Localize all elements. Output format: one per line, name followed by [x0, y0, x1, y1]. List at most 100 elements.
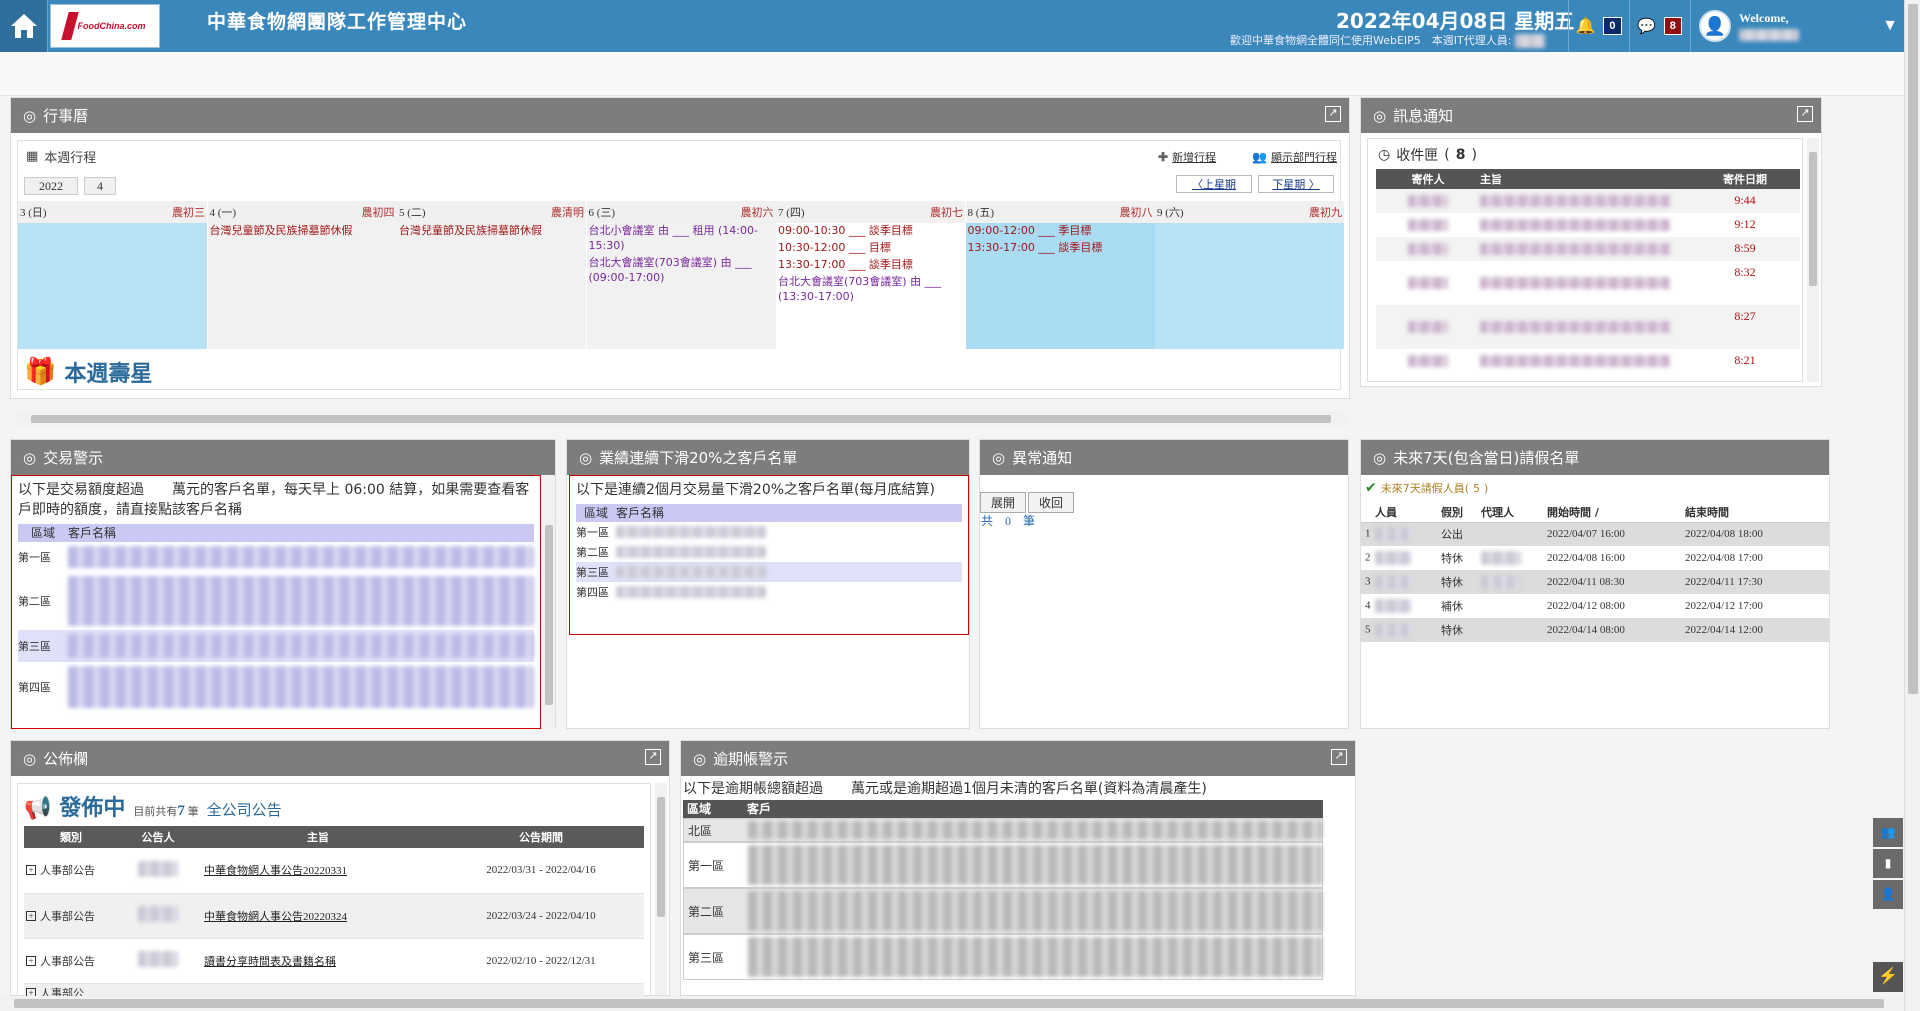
inbox-row[interactable]: 8:21 — [1376, 349, 1800, 373]
expand-icon[interactable]: ↗ — [1331, 749, 1347, 765]
notification-button[interactable]: 🔔 0 — [1568, 0, 1628, 52]
expand-row-icon[interactable]: + — [26, 910, 36, 921]
trade-row[interactable]: 第三區 — [18, 630, 534, 662]
trade-scrollbar[interactable] — [543, 475, 555, 729]
all-company-link[interactable]: 全公司公告 — [207, 799, 282, 820]
expand-button[interactable]: 展開 — [980, 492, 1027, 513]
page-scrollbar[interactable] — [1904, 0, 1920, 1011]
leave-row[interactable]: 4 補休 2022/04/12 08:00 2022/04/12 17:00 — [1361, 594, 1829, 618]
decline-row[interactable]: 第二區 — [576, 542, 962, 562]
bulletin-row[interactable]: + 人事部公告 中華食物網人事公告20220331 2022/03/31 - 2022… — [24, 848, 644, 893]
trade-scroll-thumb[interactable] — [545, 525, 553, 705]
prev-week-button[interactable]: 〈上星期 — [1176, 175, 1252, 193]
message-button[interactable]: 💬 8 — [1629, 0, 1689, 52]
decline-row[interactable]: 第三區 — [576, 562, 962, 582]
calendar-event[interactable]: 台北大會議室(703會議室) 由 ___ (09:00-17:00) — [587, 255, 776, 285]
inbox-row[interactable]: 9:12 — [1376, 213, 1800, 237]
leave-type: 補休 — [1441, 601, 1463, 613]
page-scroll-thumb[interactable] — [1908, 4, 1918, 694]
message-count: 8 — [1663, 17, 1682, 35]
decline-row[interactable]: 第四區 — [576, 582, 962, 602]
flash-icon[interactable]: ⚡ — [1873, 962, 1903, 992]
calendar-hscrollbar[interactable] — [17, 412, 1347, 426]
group-icon[interactable]: 👥 — [1873, 818, 1903, 847]
calendar-event[interactable]: 13:30-17:00 ___ 談季目標 — [966, 240, 1155, 255]
inbox-scrollbar[interactable] — [1807, 138, 1819, 382]
subject — [1480, 321, 1670, 333]
month-field[interactable]: 4 — [84, 177, 116, 195]
calendar-event[interactable]: 13:30-17:00 ___ 談季目標 — [776, 257, 965, 272]
expand-row-icon[interactable]: + — [26, 865, 36, 876]
leave-row[interactable]: 3 特休 2022/04/11 08:30 2022/04/11 17:30 — [1361, 570, 1829, 594]
trade-row[interactable]: 第一區 — [18, 542, 534, 572]
collapse-button[interactable]: 收回 — [1028, 492, 1075, 513]
add-schedule-link[interactable]: ✚ 新增行程 — [1158, 149, 1216, 165]
overdue-row[interactable]: 北區 — [683, 818, 1323, 842]
inbox-row[interactable]: 8:27 — [1376, 305, 1800, 349]
bookmark-icon[interactable]: ▮ — [1873, 849, 1903, 878]
calendar-week-grid: 3 (日) 農初三 4 (一) 農初四 台灣兒童節及民族掃墓節休假 5 (二) 農清明 台灣兒… — [18, 201, 1344, 349]
next-week-button[interactable]: 下星期 〉 — [1258, 175, 1334, 193]
calendar-day[interactable]: 7 (四) 農初七 09:00-10:30 ___ 談季目標 10:30-12:00 … — [776, 201, 965, 349]
leave-row[interactable]: 1 公出 2022/04/07 16:00 2022/04/08 18:00 — [1361, 522, 1829, 546]
calendar-hscroll-thumb[interactable] — [31, 415, 1331, 423]
bulletin-row[interactable]: + 人事部公 — [24, 983, 644, 996]
inbox-row[interactable]: 9:44 — [1376, 189, 1800, 213]
bulletin-row[interactable]: + 人事部公告 中華食物網人事公告20220324 2022/03/24 - 2022… — [24, 893, 644, 938]
expand-icon[interactable]: ↗ — [645, 749, 661, 765]
overdue-panel: ◎ 逾期帳警示 ↗ 以下是逾期帳總額超過 萬元或是逾期超過1個月未清的客戶名單(資料… — [680, 740, 1356, 996]
subject-link[interactable]: 讀書分享時間表及書籍名稱 — [204, 956, 336, 968]
person-name — [1374, 623, 1411, 637]
overdue-row[interactable]: 第一區 — [683, 842, 1323, 888]
calendar-event[interactable]: 09:00-10:30 ___ 談季目標 — [776, 223, 965, 238]
home-button[interactable] — [0, 0, 48, 52]
expand-icon[interactable]: ↗ — [1797, 106, 1813, 122]
trade-row[interactable]: 第二區 — [18, 572, 534, 630]
calendar-day[interactable]: 3 (日) 農初三 — [18, 201, 207, 349]
calendar-event[interactable]: 10:30-12:00 ___ 目標 — [776, 240, 965, 255]
subject-link[interactable]: 中華食物網人事公告20220324 — [204, 911, 347, 923]
bulletin-scroll-thumb[interactable] — [657, 797, 665, 917]
leave-row[interactable]: 2 特休 2022/04/08 16:00 2022/04/08 17:00 — [1361, 546, 1829, 570]
overdue-row[interactable]: 第二區 — [683, 888, 1323, 934]
customer-names — [68, 634, 534, 658]
subject — [1480, 243, 1670, 255]
calendar-day[interactable]: 9 (六) 農初九 — [1155, 201, 1344, 349]
bulletin-row[interactable]: + 人事部公告 讀書分享時間表及書籍名稱 2022/02/10 - 2022/12/3… — [24, 938, 644, 983]
page-hscroll-thumb[interactable] — [14, 999, 1884, 1008]
calendar-event[interactable]: 台北大會議室(703會議室) 由 ___ (13:30-17:00) — [776, 274, 965, 304]
trade-warning-panel: ◎ 交易警示 以下是交易額度超過 萬元的客戶名單，每天早上 06:00 結算，如果… — [10, 439, 556, 729]
calendar-day[interactable]: 4 (一) 農初四 台灣兒童節及民族掃墓節休假 — [207, 201, 397, 349]
calendar-event[interactable]: 09:00-12:00 ___ 季目標 — [966, 223, 1155, 238]
calendar-event[interactable]: 台北小會議室 由 ___ 租用 (14:00-15:30) — [587, 223, 776, 253]
expand-icon[interactable]: ↗ — [1325, 106, 1341, 122]
day-label: 6 (三) — [588, 207, 616, 219]
leave-row[interactable]: 5 特休 2022/04/14 08:00 2022/04/14 12:00 — [1361, 618, 1829, 642]
overdue-row[interactable]: 第三區 — [683, 934, 1323, 980]
calendar-day[interactable]: 8 (五) 農初八 09:00-12:00 ___ 季目標 13:30-17:00 _… — [965, 201, 1155, 349]
calendar-day[interactable]: 6 (三) 農初六 台北小會議室 由 ___ 租用 (14:00-15:30) 台北大… — [586, 201, 776, 349]
user-name — [1739, 29, 1799, 41]
page-hscrollbar[interactable] — [0, 996, 1904, 1011]
trade-row[interactable]: 第四區 — [18, 662, 534, 712]
expand-row-icon[interactable]: + — [26, 955, 36, 966]
person-name — [1374, 575, 1411, 589]
calendar-event[interactable]: 台灣兒童節及民族掃墓節休假 — [397, 223, 586, 238]
calendar-day[interactable]: 5 (二) 農清明 台灣兒童節及民族掃墓節休假 — [397, 201, 586, 349]
calendar-event[interactable]: 台灣兒童節及民族掃墓節休假 — [208, 223, 397, 238]
dept-schedule-link[interactable]: 👥 顯示部門行程 — [1252, 149, 1337, 165]
birthday-section: 🎁 本週壽星 — [24, 357, 153, 387]
dashboard-icon: ◎ — [992, 448, 1006, 467]
logo[interactable]: FoodChina.com — [50, 4, 160, 48]
subject-link[interactable]: 中華食物網人事公告20220331 — [204, 865, 347, 877]
user-icon[interactable]: 👤 — [1873, 880, 1903, 909]
user-menu[interactable]: 👤 Welcome, ▼ — [1690, 0, 1904, 52]
inbox-row[interactable]: 8:32 — [1376, 261, 1800, 305]
inbox-row[interactable]: 8:59 — [1376, 237, 1800, 261]
inbox-scroll-thumb[interactable] — [1809, 152, 1817, 286]
leave-table: 人員 假別 代理人 開始時間 / 結束時間 1 公出 2022/04/07 16:0… — [1361, 502, 1829, 642]
decline-row[interactable]: 第一區 — [576, 522, 962, 542]
year-field[interactable]: 2022 — [24, 177, 78, 195]
calendar-day-header: 4 (一) 農初四 — [207, 201, 397, 223]
bulletin-scrollbar[interactable] — [655, 783, 667, 995]
